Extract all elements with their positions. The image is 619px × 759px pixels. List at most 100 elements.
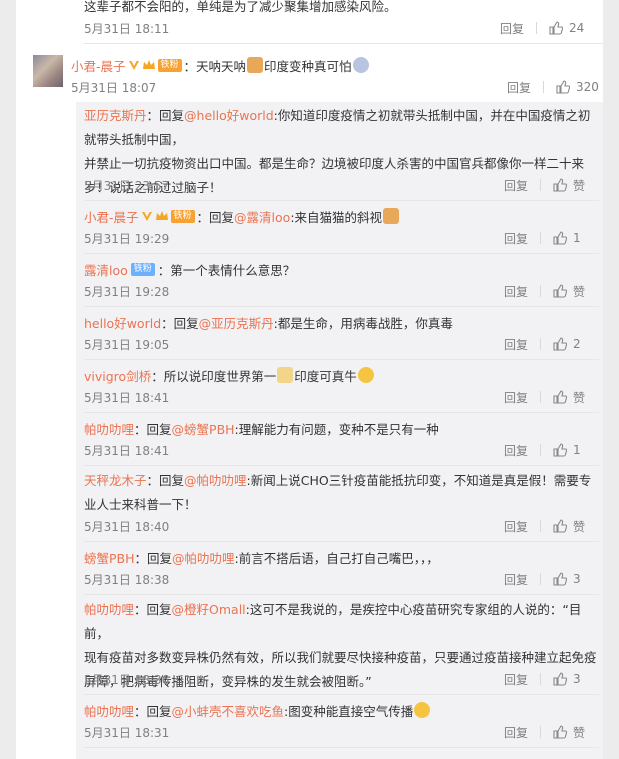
list-item: 螃蟹PBH ：回复 @帕叻叻哩:前言不搭后语，自己打自己嘴巴，，， [84, 547, 439, 567]
reply-body: :前言不搭后语，自己打自己嘴巴，，， [234, 550, 439, 566]
prev-comment-body: 这辈子都不会阳的，单纯是为了减少聚集增加感染风险。 [84, 0, 397, 14]
divider [84, 253, 599, 254]
smile-emoji-icon [357, 367, 374, 383]
like-button[interactable]: 320 [556, 80, 599, 94]
reply-time: 5月31日 18:36 [84, 672, 170, 687]
reply-button[interactable]: 回复 [504, 336, 528, 353]
like-button[interactable]: 2 [553, 337, 585, 351]
divider [540, 444, 542, 456]
thumbs-up-icon [553, 337, 568, 351]
reply-button[interactable]: 回复 [504, 724, 528, 741]
reply-button[interactable]: 回复 [504, 283, 528, 300]
reply-mention[interactable]: @螃蟹PBH [172, 419, 235, 438]
reply-mention[interactable]: @hello好world [184, 108, 274, 123]
reply-user[interactable]: hello好world [84, 313, 161, 332]
like-button[interactable]: 赞 [553, 518, 585, 535]
list-item: hello好world ：回复 @亚历克斯丹:都是生命，用病毒战胜，你真毒 [84, 312, 453, 332]
reply-button[interactable]: 回复 [500, 20, 524, 37]
list-item: 帕叻叻哩 ：回复 @螃蟹PBH:理解能力有问题，变种不是只有一种 [84, 418, 439, 438]
thumbs-up-icon [553, 231, 568, 245]
divider [84, 694, 599, 695]
reply-user[interactable]: 帕叻叻哩 [84, 701, 134, 720]
reply-user[interactable]: 露清loo [84, 260, 128, 279]
reply-actions: 回复 赞 [504, 283, 585, 299]
scared-emoji-icon [352, 57, 369, 73]
reply-user[interactable]: 螃蟹PBH [84, 548, 135, 567]
like-button[interactable]: 3 [553, 572, 585, 586]
reply-user[interactable]: 帕叻叻哩 [84, 419, 134, 438]
reply-button[interactable]: 回复 [507, 79, 531, 96]
divider [540, 232, 542, 244]
reply-user[interactable]: 帕叻叻哩 [84, 602, 134, 617]
reply-mention[interactable]: @露清loo [234, 207, 290, 226]
like-count: 1 [573, 443, 581, 457]
fan-badge: 铁粉 [157, 58, 182, 72]
divider [84, 200, 599, 201]
reply-button[interactable]: 回复 [504, 230, 528, 247]
reply-button[interactable]: 回复 [504, 671, 528, 688]
like-button[interactable]: 赞 [553, 177, 585, 194]
like-button[interactable]: 1 [553, 231, 585, 245]
main-comment-body-b: 印度变种真可怕 [264, 58, 352, 74]
reply-actions: 回复 1 [504, 442, 585, 458]
reply-body: 印度可真牛 [294, 368, 357, 384]
reply-mention[interactable]: @帕叻叻哩 [172, 548, 235, 567]
thumbs-up-icon [549, 21, 564, 35]
reply-button[interactable]: 回复 [504, 518, 528, 535]
like-count: 赞 [573, 390, 586, 405]
like-count: 1 [573, 231, 581, 245]
reply-user[interactable]: 小君-晨子 [84, 207, 139, 226]
reply-mention[interactable]: @小蚌壳不喜欢吃鱼 [172, 701, 285, 720]
like-button[interactable]: 24 [549, 21, 584, 35]
like-count: 24 [569, 21, 585, 35]
reply-user[interactable]: 天秤龙木子 [84, 473, 147, 488]
reply-mention[interactable]: @亚历克斯丹 [199, 313, 274, 332]
reply-time: 5月31日 23:57 [84, 178, 170, 193]
thumbs-up-icon [556, 80, 571, 94]
main-comment-actions: 回复 320 [507, 79, 599, 95]
reply-user[interactable]: vivigro剑桥 [84, 366, 151, 385]
like-count: 赞 [573, 284, 586, 299]
reply-button[interactable]: 回复 [504, 389, 528, 406]
reply-body: :理解能力有问题，变种不是只有一种 [234, 421, 439, 437]
divider [540, 573, 542, 585]
list-item: 露清loo 铁粉 ：第一个表情什么意思？ [84, 259, 295, 279]
divider [84, 359, 599, 360]
reply-time: 5月31日 18:41 [84, 443, 170, 458]
like-count: 赞 [573, 519, 586, 534]
divider [543, 81, 545, 93]
reply-body: :图变种能直接空气传播 [284, 703, 414, 719]
reply-body-line2: 并禁止一切抗疫物资出口中国。都是生命？边境被印度人杀害的中国官兵都像你一样二十来 [84, 156, 585, 171]
like-count: 2 [573, 337, 581, 351]
like-button[interactable]: 赞 [553, 724, 585, 741]
divider [540, 673, 542, 685]
like-button[interactable]: 1 [553, 443, 585, 457]
reply-button[interactable]: 回复 [504, 442, 528, 459]
main-comment-user[interactable]: 小君-晨子 [71, 56, 126, 75]
avatar[interactable] [33, 55, 63, 87]
main-comment-time: 5月31日 18:07 [71, 80, 157, 95]
reply-button[interactable]: 回复 [504, 571, 528, 588]
reply-prefix: ：回复 [196, 209, 235, 225]
like-button[interactable]: 3 [553, 672, 585, 686]
cat-emoji-icon [277, 367, 294, 383]
reply-prefix: ：回复 [146, 108, 185, 123]
list-item: 天秤龙木子：回复@帕叻叻哩:新闻上说CHO三针疫苗能抵抗印变，不知道是真是假！需… [84, 469, 599, 517]
reply-mention[interactable]: @橙籽Omall [172, 602, 246, 617]
like-count: 赞 [573, 725, 586, 740]
reply-mention[interactable]: @帕叻叻哩 [184, 473, 247, 488]
thumbs-up-icon [553, 572, 568, 586]
reply-user[interactable]: 亚历克斯丹 [84, 108, 147, 123]
like-button[interactable]: 赞 [553, 283, 585, 300]
like-count: 3 [573, 572, 581, 586]
reply-time: 5月31日 18:31 [84, 725, 170, 740]
reply-prefix: ：回复 [134, 550, 173, 566]
reply-prefix: ：回复 [161, 315, 199, 331]
like-count: 320 [576, 80, 599, 94]
divider [540, 726, 542, 738]
like-button[interactable]: 赞 [553, 389, 585, 406]
like-count: 赞 [573, 178, 586, 193]
list-item: 小君-晨子 铁粉 ：回复 @露清loo:来自猫猫的斜视 [84, 206, 400, 226]
thinking-emoji-icon [414, 702, 431, 718]
reply-button[interactable]: 回复 [504, 177, 528, 194]
